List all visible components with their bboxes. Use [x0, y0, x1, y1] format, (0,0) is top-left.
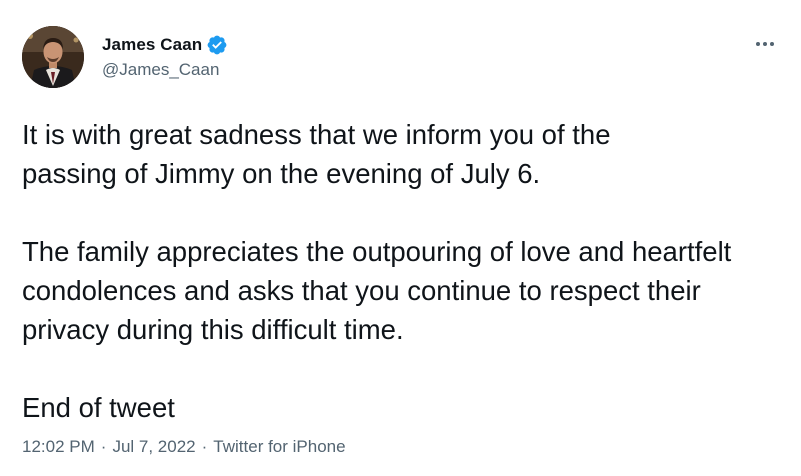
verified-badge-icon: [206, 34, 228, 56]
avatar[interactable]: [22, 26, 84, 88]
tweet-header: James Caan @James_Caan: [22, 26, 228, 90]
tweet-metadata: 12:02 PM · Jul 7, 2022 · Twitter for iPh…: [22, 437, 346, 457]
display-name[interactable]: James Caan: [102, 35, 202, 55]
tweet-date[interactable]: Jul 7, 2022: [112, 437, 195, 457]
separator: ·: [201, 437, 208, 456]
tweet-time[interactable]: 12:02 PM: [22, 437, 95, 457]
tweet-paragraph-2: The family appreciates the outpouring of…: [22, 236, 732, 345]
more-options-icon[interactable]: [751, 34, 779, 54]
tweet-text: It is with great sadness that we inform …: [22, 115, 782, 427]
tweet-paragraph-1: It is with great sadness that we inform …: [22, 119, 611, 189]
separator: ·: [100, 437, 107, 456]
name-row: James Caan: [102, 33, 228, 57]
tweet-paragraph-3: End of tweet: [22, 392, 175, 423]
author-handle[interactable]: @James_Caan: [102, 60, 228, 80]
tweet-card: James Caan @James_Caan It is with great …: [0, 0, 801, 476]
avatar-image: [22, 26, 84, 88]
tweet-source[interactable]: Twitter for iPhone: [213, 437, 345, 457]
author-names: James Caan @James_Caan: [102, 26, 228, 80]
